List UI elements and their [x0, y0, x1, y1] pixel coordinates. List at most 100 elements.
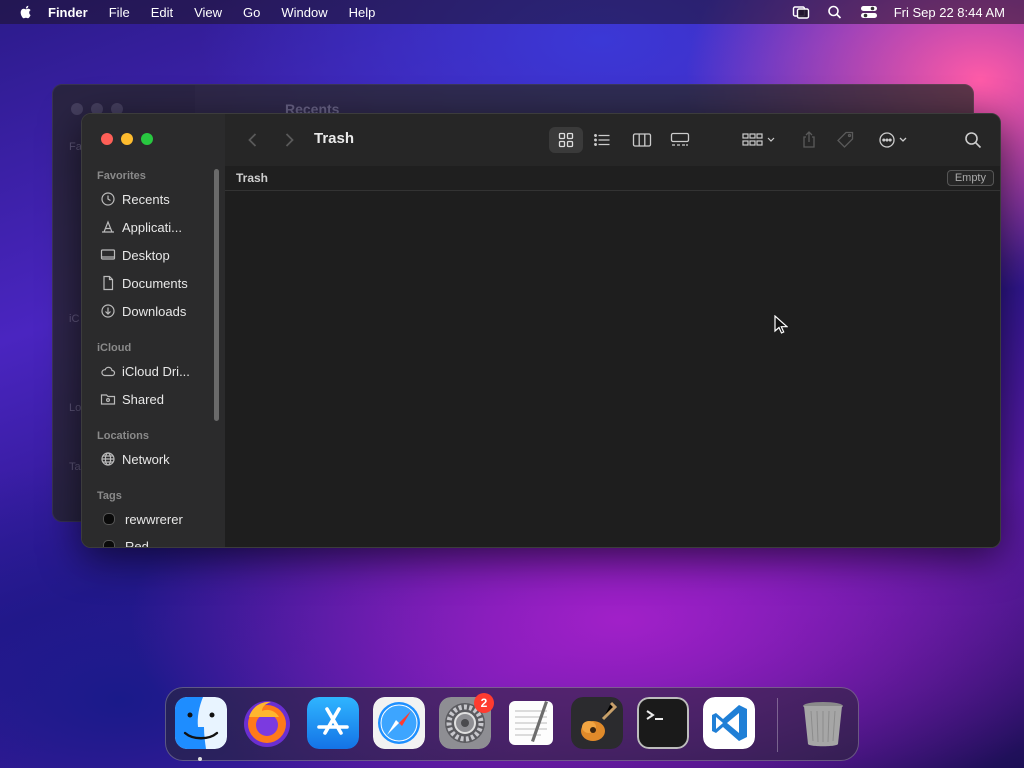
menu-go[interactable]: Go — [243, 5, 260, 20]
close-button[interactable] — [101, 133, 113, 145]
dock-separator — [777, 698, 778, 752]
sidebar-item-label: Downloads — [122, 303, 187, 319]
spotlight-search-icon[interactable] — [826, 4, 844, 20]
menu-view[interactable]: View — [194, 5, 222, 20]
background-sidebar-label: Fa — [69, 141, 82, 153]
sidebar-item-label: Recents — [122, 191, 170, 207]
share-button[interactable] — [795, 127, 823, 153]
sidebar-item-shared[interactable]: Shared — [100, 388, 210, 410]
sidebar-item-tag-red[interactable]: Red — [100, 535, 210, 548]
trash-content-area[interactable] — [225, 191, 1000, 547]
menu-finder[interactable]: Finder — [48, 5, 88, 20]
dock-trash[interactable] — [797, 697, 849, 749]
search-icon — [965, 132, 982, 149]
background-sidebar-label: Ta — [69, 461, 81, 473]
dock-app-app-store[interactable] — [307, 697, 359, 749]
menu-help[interactable]: Help — [349, 5, 376, 20]
sidebar-item-desktop[interactable]: Desktop — [100, 244, 210, 266]
list-view-icon — [594, 134, 610, 146]
garageband-app-icon — [571, 697, 623, 749]
icon-view-button[interactable] — [549, 127, 583, 153]
dock-app-textedit[interactable] — [505, 697, 557, 749]
column-view-button[interactable] — [625, 127, 659, 153]
background-sidebar-label: iC — [69, 313, 80, 325]
app-store-app-icon — [307, 697, 359, 749]
notification-badge: 2 — [474, 693, 494, 713]
sidebar-item-applications[interactable]: Applicati... — [100, 216, 210, 238]
share-icon — [803, 131, 815, 148]
terminal-app-icon — [637, 697, 689, 749]
menu-bar: Finder File Edit View Go Window Help Fri… — [0, 0, 1024, 24]
download-icon — [101, 304, 115, 318]
menu-edit[interactable]: Edit — [151, 5, 173, 20]
sidebar-item-label: Shared — [122, 391, 164, 407]
dock-app-garageband[interactable] — [571, 697, 623, 749]
tag-dot-icon — [103, 540, 115, 547]
tag-icon — [837, 131, 854, 148]
trash-header-bar: Trash Empty — [225, 166, 1000, 191]
tag-dot-icon — [103, 513, 115, 525]
sidebar-scrollbar[interactable] — [214, 169, 219, 421]
sidebar-section-icloud: iCloud — [97, 342, 132, 354]
search-button[interactable] — [959, 127, 987, 153]
sidebar-item-network[interactable]: Network — [100, 448, 210, 470]
menu-window[interactable]: Window — [281, 5, 327, 20]
sidebar-section-locations: Locations — [97, 430, 149, 442]
column-view-icon — [632, 133, 652, 147]
sidebar-item-label: Documents — [122, 275, 188, 291]
dock-app-finder[interactable] — [175, 697, 227, 749]
sidebar-item-icloud-drive[interactable]: iCloud Dri... — [100, 360, 210, 382]
tags-button[interactable] — [832, 127, 860, 153]
finder-sidebar: Favorites Recents Applicati... Desktop D… — [82, 114, 226, 548]
zoom-button[interactable] — [141, 133, 153, 145]
gallery-view-button[interactable] — [663, 127, 697, 153]
textedit-app-icon — [509, 701, 553, 745]
apple-menu-icon[interactable] — [18, 4, 34, 20]
finder-toolbar: Trash — [225, 114, 1000, 167]
safari-app-icon — [373, 697, 425, 749]
sidebar-section-favorites: Favorites — [97, 170, 146, 182]
more-options-icon — [879, 132, 907, 148]
background-sidebar-label: Lo — [69, 402, 82, 414]
sidebar-item-downloads[interactable]: Downloads — [100, 300, 210, 322]
control-center-icon[interactable] — [860, 4, 878, 20]
menubar-clock[interactable]: Fri Sep 22 8:44 AM — [894, 5, 1005, 20]
running-indicator — [198, 757, 202, 761]
globe-icon — [101, 452, 115, 466]
screen-mirroring-icon[interactable] — [792, 4, 810, 20]
dock-app-safari[interactable] — [373, 697, 425, 749]
empty-trash-button[interactable]: Empty — [946, 170, 994, 186]
dock — [165, 687, 859, 761]
gallery-view-icon — [670, 132, 690, 146]
sidebar-item-label: Network — [122, 451, 170, 467]
traffic-lights — [101, 133, 153, 145]
sidebar-item-label: Red — [125, 538, 149, 548]
vscode-app-icon — [703, 697, 755, 749]
action-menu-button[interactable] — [875, 127, 915, 153]
trash-header-label: Trash — [236, 171, 269, 185]
window-title: Trash — [314, 130, 355, 147]
trash-icon — [803, 702, 843, 747]
menu-file[interactable]: File — [109, 5, 130, 20]
group-by-button[interactable] — [739, 127, 779, 153]
back-button[interactable] — [243, 130, 263, 150]
applications-icon — [102, 220, 114, 233]
desktop-icon — [100, 249, 116, 260]
dock-app-vscode[interactable] — [703, 697, 755, 749]
list-view-button[interactable] — [585, 127, 619, 153]
document-icon — [103, 275, 114, 291]
dock-app-terminal[interactable] — [637, 697, 689, 749]
grid-view-icon — [558, 132, 574, 148]
minimize-button[interactable] — [121, 133, 133, 145]
dock-app-firefox[interactable] — [241, 697, 293, 749]
sidebar-item-recents[interactable]: Recents — [100, 188, 210, 210]
sidebar-item-label: Applicati... — [122, 219, 182, 235]
sidebar-item-documents[interactable]: Documents — [100, 272, 210, 294]
sidebar-item-tag-rewwrerer[interactable]: rewwrerer — [100, 508, 210, 530]
finder-app-icon — [175, 697, 227, 749]
sidebar-item-label: Desktop — [122, 247, 170, 263]
forward-button[interactable] — [279, 130, 299, 150]
finder-window-trash[interactable]: Favorites Recents Applicati... Desktop D… — [81, 113, 1001, 548]
shared-folder-icon — [100, 394, 116, 405]
sidebar-item-label: iCloud Dri... — [122, 363, 190, 379]
